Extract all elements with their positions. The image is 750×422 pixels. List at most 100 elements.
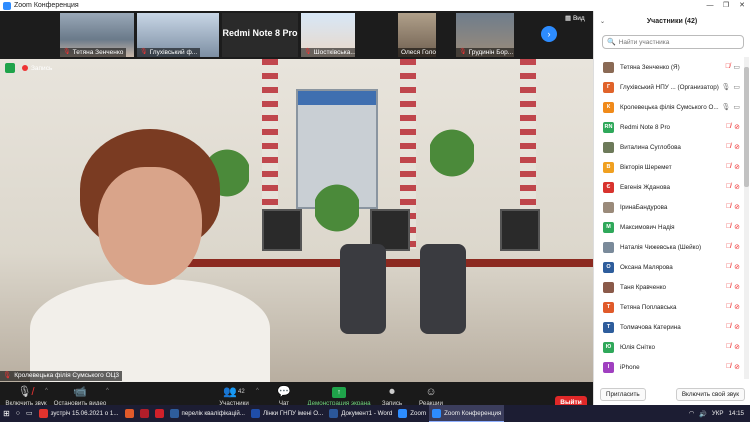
- participant-row[interactable]: Т Тетяна Поплавська 🎙̸ ⊘: [594, 297, 744, 317]
- maximize-button[interactable]: ❐: [718, 0, 734, 11]
- participant-status-icons: 🎙̸ ⊘: [726, 323, 744, 331]
- close-button[interactable]: ✕: [734, 0, 750, 11]
- mic-muted-icon: 🎙̸: [725, 303, 732, 310]
- participant-row[interactable]: О Оксана Малярова 🎙̸ ⊘: [594, 257, 744, 277]
- participant-name: Тетяна Зенченко (Я): [620, 63, 680, 71]
- camera-off-icon: ⊘: [734, 164, 740, 171]
- video-thumbnail[interactable]: 🎙 Грудинін Бор...: [456, 13, 514, 57]
- search-input[interactable]: [618, 38, 739, 46]
- unmute-button[interactable]: 🎙/ Включить звук: [4, 384, 48, 407]
- participant-name: Евгенія Жданова: [620, 183, 670, 191]
- participant-row[interactable]: Виталина Суглобова 🎙̸ ⊘: [594, 137, 744, 157]
- chat-button[interactable]: 💬 Чат: [270, 384, 298, 407]
- participant-row[interactable]: Є Евгенія Жданова 🎙̸ ⊘: [594, 177, 744, 197]
- participant-row[interactable]: ІринаБандурова 🎙̸ ⊘: [594, 197, 744, 217]
- mic-muted-icon: 🎙̸: [725, 263, 732, 270]
- mic-muted-icon: 🎙̸: [725, 183, 732, 190]
- zoom-logo-icon: [3, 1, 11, 10]
- start-button[interactable]: ⊞: [0, 405, 13, 422]
- video-thumbnail[interactable]: Redmi Note 8 Pro: [222, 13, 298, 57]
- minimize-button[interactable]: —: [702, 0, 718, 11]
- participant-row[interactable]: Г Глухівський НПУ ... (Организатор) 🎙 ▭: [594, 77, 744, 97]
- participants-options-caret-icon[interactable]: ^: [256, 388, 259, 394]
- participant-row[interactable]: IiPhone 🎙̸ ⊘: [594, 357, 744, 377]
- participant-row[interactable]: В Вікторія Шеремет 🎙̸ ⊘: [594, 157, 744, 177]
- participants-button[interactable]: 👥42 Участники: [214, 384, 254, 407]
- windows-logo-icon: ⊞: [3, 408, 10, 418]
- participant-name: Вікторія Шеремет: [620, 163, 672, 171]
- participant-row[interactable]: Ю Юлія Снітко 🎙̸ ⊘: [594, 337, 744, 357]
- computer-monitor: [500, 209, 540, 251]
- task-view-icon: ▭: [25, 410, 33, 417]
- stop-video-button[interactable]: 📹 Остановить видео: [52, 384, 108, 407]
- participant-row[interactable]: Наталія Чижевська (Шейко) 🎙̸ ⊘: [594, 237, 744, 257]
- taskbar-app[interactable]: перелік кваліфікацій...: [167, 405, 249, 422]
- camera-on-icon: ▭: [733, 104, 740, 111]
- next-page-button[interactable]: ›: [541, 26, 557, 42]
- panel-title: Участники (42): [646, 17, 698, 25]
- taskbar-app[interactable]: Документ1 - Word: [326, 405, 395, 422]
- participant-status-icons: 🎙̸ ⊘: [726, 363, 744, 371]
- chevron-down-icon[interactable]: ⌄: [600, 18, 605, 25]
- security-shield-icon[interactable]: [5, 63, 15, 73]
- invite-button[interactable]: Пригласить: [600, 387, 646, 401]
- taskbar-app[interactable]: [137, 405, 152, 422]
- plant: [315, 184, 359, 244]
- video-thumbnail[interactable]: 🎙 Тетяна Зенченко: [60, 13, 134, 57]
- participant-list-scrollbar[interactable]: [744, 57, 749, 379]
- taskbar-app[interactable]: [122, 405, 137, 422]
- taskbar-app[interactable]: [152, 405, 167, 422]
- video-thumbnail[interactable]: Олеся Голосюк: [398, 13, 436, 57]
- participant-name: Кролевецька філія Сумського О...: [620, 103, 719, 111]
- participant-status-icons: 🎙̸ ⊘: [726, 223, 744, 231]
- video-thumbnail[interactable]: 🎙 Шостківська...: [301, 13, 355, 57]
- taskbar-app[interactable]: зустріч 15.06.2021 о 1...: [36, 405, 122, 422]
- participant-row[interactable]: К Кролевецька філія Сумського О... 🎙 ▭: [594, 97, 744, 117]
- participant-status-icons: 🎙̸ ⊘: [726, 243, 744, 251]
- participant-search[interactable]: 🔍: [602, 35, 744, 49]
- app-icon: [251, 408, 261, 418]
- participant-row[interactable]: Таня Кравченко 🎙̸ ⊘: [594, 277, 744, 297]
- taskbar-app[interactable]: Zoom: [395, 405, 429, 422]
- app-icon: [154, 408, 164, 418]
- language-indicator[interactable]: УКР: [712, 410, 724, 417]
- avatar: [603, 281, 614, 293]
- avatar: [603, 241, 614, 253]
- mic-muted-icon: 🎙̸: [725, 243, 732, 250]
- participant-row[interactable]: М Максимович Надія 🎙̸ ⊘: [594, 217, 744, 237]
- taskbar-app-label: Zoom Конференция: [444, 409, 502, 417]
- chat-icon: 💬: [277, 386, 291, 398]
- mic-muted-icon: 🎙̸: [725, 143, 732, 150]
- thumbnail-name: Олеся Голосюк: [401, 49, 436, 56]
- record-button[interactable]: ⏺ Запись: [378, 384, 406, 407]
- clock[interactable]: 14:15: [729, 410, 744, 417]
- app-icon: [329, 408, 339, 418]
- wifi-icon[interactable]: ◠: [689, 410, 694, 417]
- audio-options-caret-icon[interactable]: ^: [45, 388, 48, 394]
- taskbar-app[interactable]: Лінки ГНПУ імені О...: [248, 405, 326, 422]
- participant-status-icons: 🎙̸ ▭: [725, 63, 744, 71]
- reactions-button[interactable]: ☺ Реакции: [416, 384, 446, 407]
- participant-status-icons: 🎙 ▭: [721, 83, 744, 91]
- task-view-button[interactable]: ▭: [23, 405, 36, 422]
- participant-row[interactable]: Тетяна Зенченко (Я) 🎙̸ ▭: [594, 57, 744, 77]
- participant-row[interactable]: RN Redmi Note 8 Pro 🎙̸ ⊘: [594, 117, 744, 137]
- search-button[interactable]: ○: [13, 405, 23, 422]
- volume-icon[interactable]: 🔊: [699, 410, 707, 418]
- unmute-self-button[interactable]: Включить свой звук: [675, 387, 745, 401]
- view-button[interactable]: ▦ Вид: [565, 14, 585, 22]
- app-icon: [38, 408, 48, 418]
- camera-off-icon: ⊘: [734, 244, 740, 251]
- taskbar-app[interactable]: Zoom Конференция: [429, 405, 505, 422]
- title-bar: Zoom Конференция — ❐ ✕: [0, 0, 750, 11]
- video-options-caret-icon[interactable]: ^: [106, 388, 109, 394]
- participant-status-icons: 🎙̸ ⊘: [726, 123, 744, 131]
- mic-muted-icon: 🎙̸: [725, 323, 732, 330]
- share-screen-button[interactable]: ↑ Демонстрация экрана: [305, 384, 373, 407]
- camera-on-icon: ▭: [733, 84, 740, 91]
- video-camera-icon: 📹: [73, 386, 87, 398]
- video-thumbnail[interactable]: 🎙 Глухівський ф...: [137, 13, 219, 57]
- speaker-person: [30, 129, 270, 382]
- recording-indicator: Запись: [22, 63, 52, 73]
- participant-row[interactable]: Т Толмачова Катерина 🎙̸ ⊘: [594, 317, 744, 337]
